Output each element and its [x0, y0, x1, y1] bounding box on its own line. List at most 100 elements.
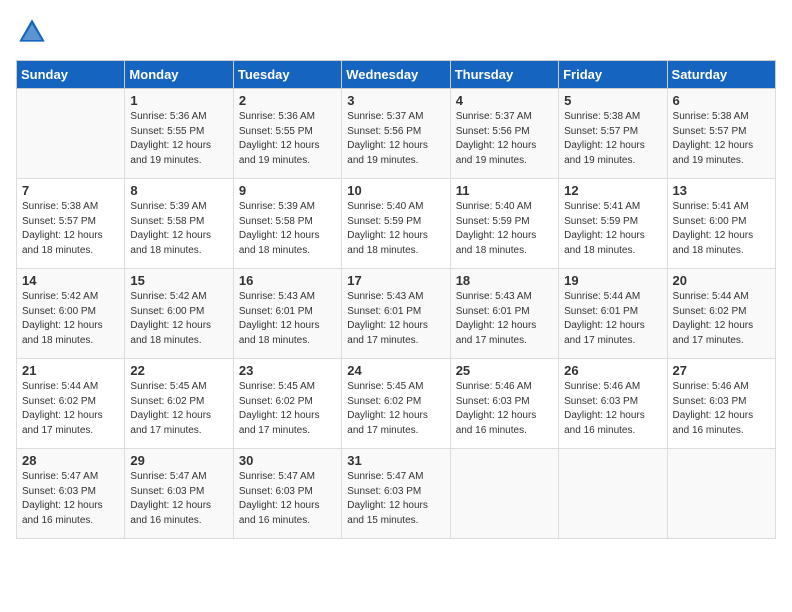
day-cell	[559, 449, 667, 539]
column-header-monday: Monday	[125, 61, 233, 89]
day-cell: 10 Sunrise: 5:40 AM Sunset: 5:59 PM Dayli…	[342, 179, 450, 269]
day-cell: 15 Sunrise: 5:42 AM Sunset: 6:00 PM Dayli…	[125, 269, 233, 359]
day-number: 22	[130, 363, 227, 378]
day-cell	[17, 89, 125, 179]
day-number: 11	[456, 183, 553, 198]
day-number: 30	[239, 453, 336, 468]
day-cell	[667, 449, 775, 539]
day-number: 28	[22, 453, 119, 468]
day-cell: 21 Sunrise: 5:44 AM Sunset: 6:02 PM Dayli…	[17, 359, 125, 449]
week-row-3: 14Sunrise: 5:42 AM Sunset: 6:00 PM Dayli…	[17, 269, 776, 359]
day-number: 2	[239, 93, 336, 108]
day-number: 5	[564, 93, 661, 108]
day-info: Sunrise: 5:44 AM Sunset: 6:02 PM Dayligh…	[22, 380, 119, 438]
day-cell: 8Sunrise: 5:39 AM Sunset: 5:58 PM Daylig…	[125, 179, 233, 269]
day-cell: 16 Sunrise: 5:43 AM Sunset: 6:01 PM Dayli…	[233, 269, 341, 359]
day-info: Sunrise: 5:46 AM Sunset: 6:03 PM Dayligh…	[456, 380, 553, 438]
day-cell: 17 Sunrise: 5:43 AM Sunset: 6:01 PM Dayli…	[342, 269, 450, 359]
day-number: 18	[456, 273, 553, 288]
day-cell: 30 Sunrise: 5:47 AM Sunset: 6:03 PM Dayli…	[233, 449, 341, 539]
day-number: 13	[673, 183, 770, 198]
day-number: 27	[673, 363, 770, 378]
day-cell: 31 Sunrise: 5:47 AM Sunset: 6:03 PM Dayli…	[342, 449, 450, 539]
day-number: 23	[239, 363, 336, 378]
day-cell: 28 Sunrise: 5:47 AM Sunset: 6:03 PM Dayli…	[17, 449, 125, 539]
day-info: Sunrise: 5:42 AM Sunset: 6:00 PM Dayligh…	[22, 290, 119, 348]
day-cell: 24 Sunrise: 5:45 AM Sunset: 6:02 PM Dayli…	[342, 359, 450, 449]
day-cell: 1Sunrise: 5:36 AM Sunset: 5:55 PM Daylig…	[125, 89, 233, 179]
column-header-tuesday: Tuesday	[233, 61, 341, 89]
day-info: Sunrise: 5:46 AM Sunset: 6:03 PM Dayligh…	[673, 380, 770, 438]
column-header-thursday: Thursday	[450, 61, 558, 89]
day-cell: 25 Sunrise: 5:46 AM Sunset: 6:03 PM Dayli…	[450, 359, 558, 449]
day-number: 17	[347, 273, 444, 288]
calendar-table: SundayMondayTuesdayWednesdayThursdayFrid…	[16, 60, 776, 539]
column-header-friday: Friday	[559, 61, 667, 89]
day-cell: 12 Sunrise: 5:41 AM Sunset: 5:59 PM Dayli…	[559, 179, 667, 269]
day-info: Sunrise: 5:36 AM Sunset: 5:55 PM Dayligh…	[239, 110, 336, 168]
day-number: 12	[564, 183, 661, 198]
week-row-4: 21 Sunrise: 5:44 AM Sunset: 6:02 PM Dayli…	[17, 359, 776, 449]
day-cell: 11 Sunrise: 5:40 AM Sunset: 5:59 PM Dayli…	[450, 179, 558, 269]
day-number: 10	[347, 183, 444, 198]
day-number: 24	[347, 363, 444, 378]
day-cell: 26Sunrise: 5:46 AM Sunset: 6:03 PM Dayli…	[559, 359, 667, 449]
day-number: 29	[130, 453, 227, 468]
day-cell: 29 Sunrise: 5:47 AM Sunset: 6:03 PM Dayli…	[125, 449, 233, 539]
day-cell: 4Sunrise: 5:37 AM Sunset: 5:56 PM Daylig…	[450, 89, 558, 179]
day-number: 15	[130, 273, 227, 288]
day-info: Sunrise: 5:38 AM Sunset: 5:57 PM Dayligh…	[673, 110, 770, 168]
calendar-header: SundayMondayTuesdayWednesdayThursdayFrid…	[17, 61, 776, 89]
week-row-1: 1 Sunrise: 5:36 AM Sunset: 5:55 PM Daylig…	[17, 89, 776, 179]
calendar-body: 1 Sunrise: 5:36 AM Sunset: 5:55 PM Daylig…	[17, 89, 776, 539]
day-info: Sunrise: 5:45 AM Sunset: 6:02 PM Dayligh…	[130, 380, 227, 438]
day-info: Sunrise: 5:37 AM Sunset: 5:56 PM Dayligh…	[456, 110, 553, 168]
logo	[16, 16, 52, 48]
day-cell	[450, 449, 558, 539]
day-number: 20	[673, 273, 770, 288]
day-cell: 2 Sunrise: 5:36 AM Sunset: 5:55 PM Daylig…	[233, 89, 341, 179]
day-info: Sunrise: 5:44 AM Sunset: 6:02 PM Dayligh…	[673, 290, 770, 348]
day-number: 25	[456, 363, 553, 378]
day-number: 16	[239, 273, 336, 288]
day-cell: 19Sunrise: 5:44 AM Sunset: 6:01 PM Dayli…	[559, 269, 667, 359]
day-cell: 22 Sunrise: 5:45 AM Sunset: 6:02 PM Dayli…	[125, 359, 233, 449]
day-info: Sunrise: 5:38 AM Sunset: 5:57 PM Dayligh…	[22, 200, 119, 258]
day-number: 9	[239, 183, 336, 198]
day-cell: 9 Sunrise: 5:39 AM Sunset: 5:58 PM Daylig…	[233, 179, 341, 269]
day-info: Sunrise: 5:47 AM Sunset: 6:03 PM Dayligh…	[239, 470, 336, 528]
column-header-saturday: Saturday	[667, 61, 775, 89]
day-number: 6	[673, 93, 770, 108]
day-info: Sunrise: 5:40 AM Sunset: 5:59 PM Dayligh…	[347, 200, 444, 258]
day-number: 1	[130, 93, 227, 108]
day-info: Sunrise: 5:37 AM Sunset: 5:56 PM Dayligh…	[347, 110, 444, 168]
day-info: Sunrise: 5:47 AM Sunset: 6:03 PM Dayligh…	[130, 470, 227, 528]
day-cell: 6 Sunrise: 5:38 AM Sunset: 5:57 PM Daylig…	[667, 89, 775, 179]
day-info: Sunrise: 5:43 AM Sunset: 6:01 PM Dayligh…	[239, 290, 336, 348]
day-cell: 14Sunrise: 5:42 AM Sunset: 6:00 PM Dayli…	[17, 269, 125, 359]
column-header-sunday: Sunday	[17, 61, 125, 89]
day-info: Sunrise: 5:40 AM Sunset: 5:59 PM Dayligh…	[456, 200, 553, 258]
day-cell: 7 Sunrise: 5:38 AM Sunset: 5:57 PM Daylig…	[17, 179, 125, 269]
day-cell: 20 Sunrise: 5:44 AM Sunset: 6:02 PM Dayli…	[667, 269, 775, 359]
day-cell: 5Sunrise: 5:38 AM Sunset: 5:57 PM Daylig…	[559, 89, 667, 179]
day-info: Sunrise: 5:39 AM Sunset: 5:58 PM Dayligh…	[130, 200, 227, 258]
day-number: 21	[22, 363, 119, 378]
day-number: 7	[22, 183, 119, 198]
day-number: 3	[347, 93, 444, 108]
day-info: Sunrise: 5:42 AM Sunset: 6:00 PM Dayligh…	[130, 290, 227, 348]
page-header	[16, 16, 776, 48]
day-info: Sunrise: 5:41 AM Sunset: 5:59 PM Dayligh…	[564, 200, 661, 258]
week-row-5: 28 Sunrise: 5:47 AM Sunset: 6:03 PM Dayli…	[17, 449, 776, 539]
day-info: Sunrise: 5:45 AM Sunset: 6:02 PM Dayligh…	[347, 380, 444, 438]
day-info: Sunrise: 5:47 AM Sunset: 6:03 PM Dayligh…	[22, 470, 119, 528]
day-info: Sunrise: 5:39 AM Sunset: 5:58 PM Dayligh…	[239, 200, 336, 258]
day-info: Sunrise: 5:43 AM Sunset: 6:01 PM Dayligh…	[347, 290, 444, 348]
header-row: SundayMondayTuesdayWednesdayThursdayFrid…	[17, 61, 776, 89]
day-number: 31	[347, 453, 444, 468]
logo-icon	[16, 16, 48, 48]
column-header-wednesday: Wednesday	[342, 61, 450, 89]
day-info: Sunrise: 5:45 AM Sunset: 6:02 PM Dayligh…	[239, 380, 336, 438]
day-info: Sunrise: 5:41 AM Sunset: 6:00 PM Dayligh…	[673, 200, 770, 258]
day-info: Sunrise: 5:47 AM Sunset: 6:03 PM Dayligh…	[347, 470, 444, 528]
